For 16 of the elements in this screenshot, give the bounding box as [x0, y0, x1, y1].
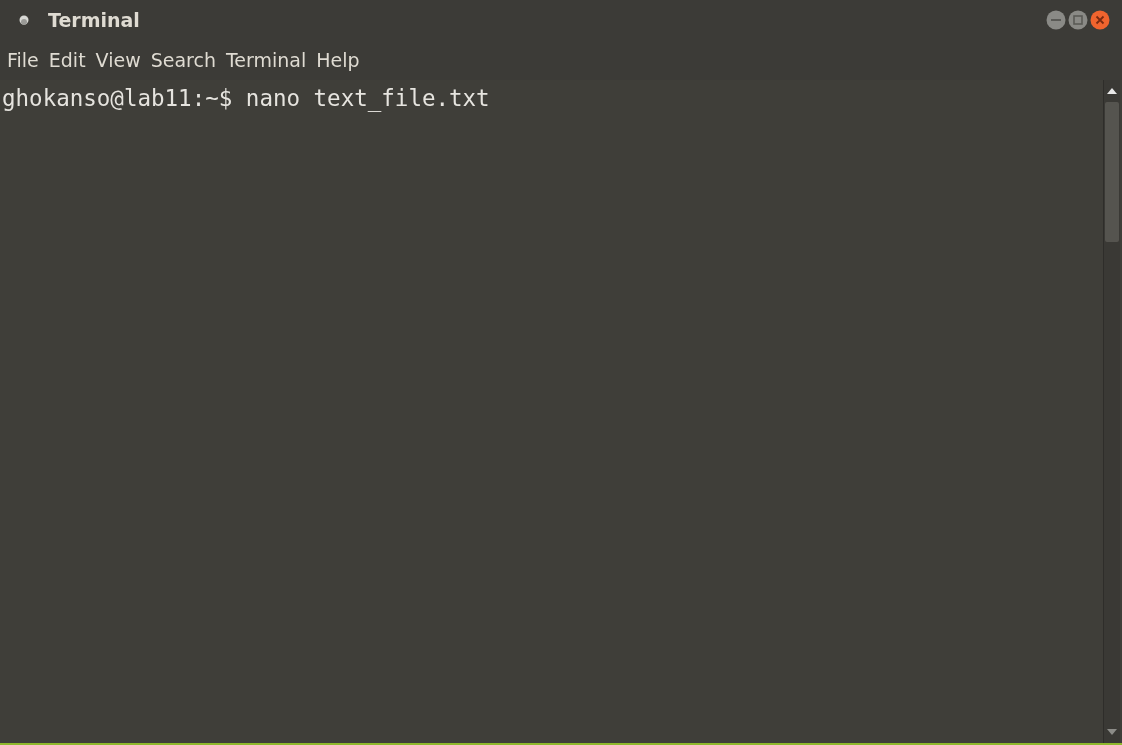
- scrollbar[interactable]: [1103, 80, 1120, 743]
- terminal-line: ghokanso@lab11:~$ nano text_file.txt: [2, 84, 490, 112]
- menu-item[interactable]: Help: [310, 47, 366, 73]
- terminal-app-icon: [18, 14, 30, 26]
- scroll-down-icon[interactable]: [1107, 729, 1117, 735]
- maximize-icon[interactable]: [1068, 10, 1088, 30]
- menu-item[interactable]: File: [1, 47, 45, 73]
- scrollbar-thumb[interactable]: [1105, 102, 1119, 242]
- window-title: Terminal: [48, 9, 140, 31]
- scroll-up-icon[interactable]: [1107, 88, 1117, 94]
- menu-item[interactable]: Edit: [42, 47, 92, 73]
- menu-item[interactable]: View: [89, 47, 147, 73]
- close-icon[interactable]: [1090, 10, 1110, 30]
- menu-item[interactable]: Search: [144, 47, 222, 73]
- menu-item[interactable]: Terminal: [219, 47, 313, 73]
- minimize-icon[interactable]: [1046, 10, 1066, 30]
